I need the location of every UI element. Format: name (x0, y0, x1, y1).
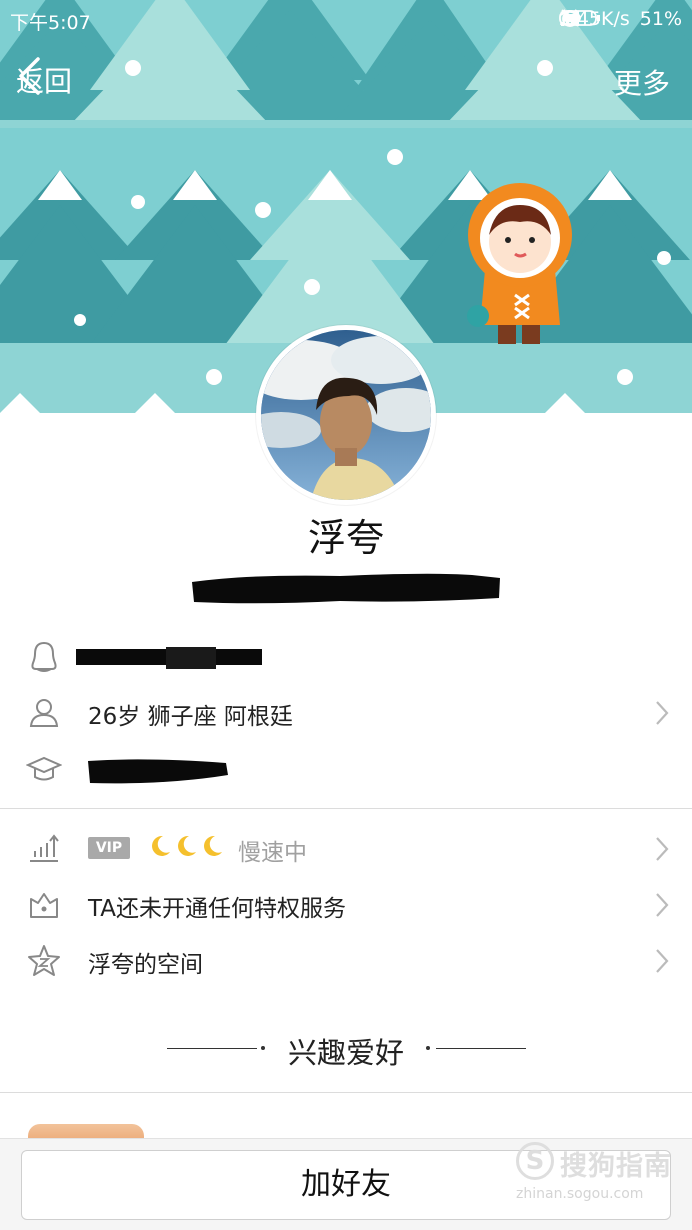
status-bar: 下午5:07 3.45K/s 51% (0, 0, 692, 38)
crown-icon (30, 893, 58, 918)
title-dot-right (426, 1046, 430, 1050)
profile-name: 浮夸 (307, 516, 384, 560)
avatar[interactable] (256, 325, 436, 505)
redacted-education (88, 759, 228, 784)
section-divider (0, 808, 692, 809)
vip-status: 慢速中 (238, 840, 307, 866)
redacted-qq-number (76, 647, 262, 669)
chevron-right-icon (656, 701, 669, 725)
sogou-watermark: S 搜狗指南 zhinan.sogou.com (514, 1140, 684, 1210)
top-nav: 返回 更多 (0, 52, 692, 108)
sogou-logo-icon: S (516, 1142, 554, 1180)
hobbies-section-title: 兴趣爱好 (0, 1030, 692, 1070)
qzone-row[interactable]: 浮夸的空间 (0, 933, 692, 989)
title-line-right (436, 1048, 526, 1049)
moon-icon (204, 835, 222, 856)
basic-info-row[interactable]: 26岁 狮子座 阿根廷 (0, 685, 692, 741)
status-indicators: 3.45K/s 51% (559, 8, 682, 30)
vip-tag: VIP (88, 837, 130, 859)
person-icon (29, 699, 59, 727)
watermark-url: zhinan.sogou.com (516, 1186, 644, 1202)
qzone-star-icon (28, 945, 60, 976)
back-button[interactable]: 返回 (16, 56, 72, 104)
avatar-photo (261, 330, 431, 500)
more-button[interactable]: 更多 (614, 62, 670, 102)
privilege-row[interactable]: TA还未开通任何特权服务 (0, 877, 692, 933)
hobbies-title-text: 兴趣爱好 (287, 1036, 404, 1070)
eskimo-character (467, 183, 572, 344)
moon-icon (178, 835, 196, 856)
chevron-right-icon (656, 949, 669, 973)
chevron-left-icon (19, 57, 40, 95)
status-time: 下午5:07 (10, 12, 91, 34)
vip-row[interactable]: VIP 慢速中 (0, 821, 692, 877)
moon-icon (152, 835, 170, 856)
penguin-icon (31, 641, 57, 672)
redacted-signature (192, 573, 500, 604)
level-moons (148, 833, 224, 859)
privilege-text: TA还未开通任何特权服务 (88, 896, 346, 922)
battery-icon (558, 10, 600, 26)
graduation-cap-icon (26, 756, 62, 781)
battery-percent: 51% (639, 8, 682, 30)
chevron-right-icon (656, 837, 669, 861)
level-chart-icon (30, 834, 59, 862)
qzone-text: 浮夸的空间 (88, 952, 203, 978)
qq-number-row (0, 629, 692, 685)
watermark-text: 搜狗指南 (560, 1151, 672, 1182)
education-row (0, 741, 692, 797)
section-divider (0, 1092, 692, 1093)
basic-info-text: 26岁 狮子座 阿根廷 (88, 704, 293, 730)
chevron-right-icon (656, 893, 669, 917)
